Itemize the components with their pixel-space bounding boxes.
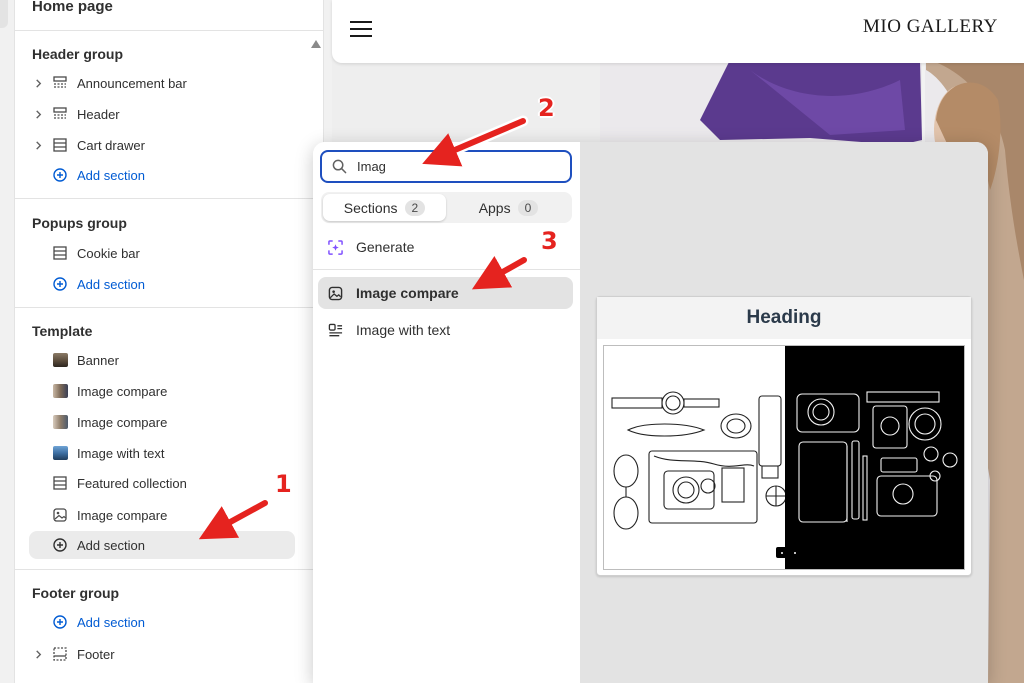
sparkle-frame-icon (326, 239, 344, 255)
section-layout-icon (51, 645, 69, 663)
group-title-popups: Popups group (32, 215, 127, 231)
add-section-button-popups[interactable]: Add section (29, 270, 295, 298)
sidebar-item-cart-drawer[interactable]: Cart drawer (29, 131, 295, 159)
sidebar-item-label: Footer (77, 646, 115, 662)
section-picker: Sections 2 Apps 0 Generate Image compare… (313, 142, 580, 683)
sidebar-item-label: Image compare (77, 507, 168, 523)
menu-icon[interactable] (350, 20, 372, 38)
scroll-up-icon[interactable] (311, 36, 321, 51)
compare-slider-handle[interactable] (776, 547, 801, 558)
divider (15, 569, 323, 570)
sidebar-item-cookie-bar[interactable]: Cookie bar (29, 239, 295, 267)
add-section-label: Add section (77, 276, 145, 292)
sidebar-item-image-compare-3[interactable]: Image compare (29, 501, 295, 529)
image-icon (326, 286, 344, 301)
search-icon (332, 159, 347, 174)
tab-sections[interactable]: Sections 2 (323, 194, 446, 221)
tab-label: Sections (343, 199, 398, 216)
section-preview-pane: Heading (580, 142, 988, 683)
plus-circle-icon (51, 166, 69, 184)
image-with-text-thumbnail-icon (51, 444, 69, 462)
add-section-label: Add section (77, 614, 145, 630)
sidebar-edge-tab (0, 0, 8, 28)
annotation-step-3: 3 (541, 227, 558, 255)
sidebar-item-label: Image compare (77, 414, 168, 430)
sidebar-item-image-compare-2[interactable]: Image compare (29, 408, 295, 436)
add-section-label: Add section (77, 537, 145, 553)
image-compare-thumbnail-icon (51, 413, 69, 431)
group-title-header: Header group (32, 46, 124, 62)
search-field[interactable] (320, 150, 572, 183)
generate-label: Generate (356, 239, 415, 255)
chevron-right-icon[interactable] (29, 649, 47, 659)
section-layout-icon (51, 105, 69, 123)
divider (15, 198, 323, 199)
sidebar-item-banner[interactable]: Banner (29, 346, 295, 374)
section-layout-icon (51, 244, 69, 262)
group-title-footer: Footer group (32, 585, 120, 601)
preview-heading: Heading (597, 297, 971, 339)
page-title: Home page (32, 0, 113, 15)
image-compare-preview (603, 345, 965, 570)
result-label: Image compare (356, 285, 459, 301)
sections-sidebar: Home page Header group Announcement bar … (14, 0, 324, 683)
section-layout-icon (51, 474, 69, 492)
plus-circle-icon (51, 613, 69, 631)
sidebar-item-label: Image compare (77, 383, 168, 399)
divider (15, 30, 323, 31)
sidebar-item-label: Announcement bar (77, 75, 187, 91)
results-segmented-control: Sections 2 Apps 0 (321, 192, 572, 223)
add-section-popover: Sections 2 Apps 0 Generate Image compare… (313, 142, 988, 683)
tab-label: Apps (478, 199, 511, 216)
sidebar-item-label: Image with text (77, 445, 165, 461)
banner-thumbnail-icon (51, 351, 69, 369)
sidebar-item-announcement-bar[interactable]: Announcement bar (29, 69, 295, 97)
sidebar-item-header[interactable]: Header (29, 100, 295, 128)
add-section-button-template[interactable]: Add section (29, 531, 295, 559)
store-header: MIO GALLERY (332, 0, 1024, 63)
sidebar-item-footer[interactable]: Footer (29, 640, 295, 668)
store-logo[interactable]: MIO GALLERY (863, 16, 998, 38)
divider (313, 269, 580, 270)
tab-apps[interactable]: Apps 0 (447, 194, 570, 221)
add-section-label: Add section (77, 167, 145, 183)
generate-button[interactable]: Generate (318, 231, 573, 263)
chevron-right-icon[interactable] (29, 109, 47, 119)
result-label: Image with text (356, 322, 451, 338)
result-image-with-text[interactable]: Image with text (318, 314, 573, 346)
result-image-compare[interactable]: Image compare (318, 277, 573, 309)
section-layout-icon (51, 74, 69, 92)
search-input[interactable] (357, 159, 537, 174)
image-icon (51, 506, 69, 524)
section-layout-icon (51, 136, 69, 154)
annotation-step-2: 2 (538, 94, 555, 122)
image-compare-preview-card: Heading (596, 296, 972, 576)
sidebar-item-image-with-text[interactable]: Image with text (29, 439, 295, 467)
plus-circle-icon (51, 536, 69, 554)
add-section-button-header[interactable]: Add section (29, 161, 295, 189)
chevron-right-icon[interactable] (29, 78, 47, 88)
annotation-step-1: 1 (275, 470, 292, 498)
tab-count-badge: 0 (517, 199, 539, 216)
sidebar-item-label: Header (77, 106, 120, 122)
compare-after-image (785, 346, 964, 569)
sidebar-item-label: Cookie bar (77, 245, 140, 261)
chevron-right-icon[interactable] (29, 140, 47, 150)
sidebar-item-label: Cart drawer (77, 137, 145, 153)
sidebar-item-featured-collection[interactable]: Featured collection (29, 469, 295, 497)
compare-before-image (604, 346, 787, 569)
sidebar-item-label: Banner (77, 352, 119, 368)
image-compare-thumbnail-icon (51, 382, 69, 400)
tab-count-badge: 2 (404, 199, 426, 216)
sidebar-item-label: Featured collection (77, 475, 187, 491)
plus-circle-icon (51, 275, 69, 293)
add-section-button-footer[interactable]: Add section (29, 608, 295, 636)
group-title-template: Template (32, 323, 93, 339)
image-with-text-icon (326, 323, 344, 338)
sidebar-item-image-compare-1[interactable]: Image compare (29, 377, 295, 405)
divider (15, 307, 323, 308)
